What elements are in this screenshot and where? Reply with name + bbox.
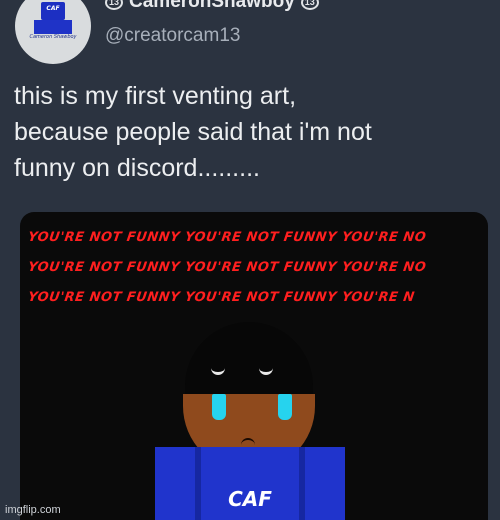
tweet-text: this is my first venting art, because pe… — [14, 78, 494, 186]
tweet-line: this is my first venting art, — [14, 82, 297, 110]
tweet-line: because people said that i'm not — [14, 118, 372, 146]
imgflip-watermark: imgflip.com — [5, 504, 61, 516]
banner-text-row: YOU'RE NOT FUNNY YOU'RE NOT FUNNY YOU'RE… — [26, 260, 428, 275]
avatar-character-head: CAF — [41, 2, 65, 20]
tweet-line: funny on discord......... — [14, 154, 260, 182]
age-badge-left: 13 — [105, 0, 124, 10]
tweet-media-image[interactable]: YOU'RE NOT FUNNY YOU'RE NOT FUNNY YOU'RE… — [20, 212, 488, 520]
right-tear — [278, 394, 292, 420]
age-badge-right: 13 — [300, 0, 319, 10]
avatar-caption: Cameron Shawboy — [29, 34, 77, 40]
display-name[interactable]: CameronShawboy — [129, 0, 295, 13]
avatar-label: CAF — [46, 5, 60, 12]
display-name-row[interactable]: 13 CameronShawboy 13 — [105, 0, 319, 12]
shirt-logo-text: CAF — [228, 487, 272, 511]
profile-avatar[interactable]: CAF Cameron Shawboy — [15, 0, 91, 64]
avatar-character-body — [34, 20, 72, 34]
banner-text-row: YOU'RE NOT FUNNY YOU'RE NOT FUNNY YOU'RE… — [26, 230, 428, 245]
left-tear — [212, 394, 226, 420]
user-handle[interactable]: @creatorcam13 — [105, 25, 240, 47]
banner-text-row: YOU'RE NOT FUNNY YOU'RE NOT FUNNY YOU'RE… — [26, 290, 416, 305]
character-shirt: CAF — [155, 447, 345, 520]
